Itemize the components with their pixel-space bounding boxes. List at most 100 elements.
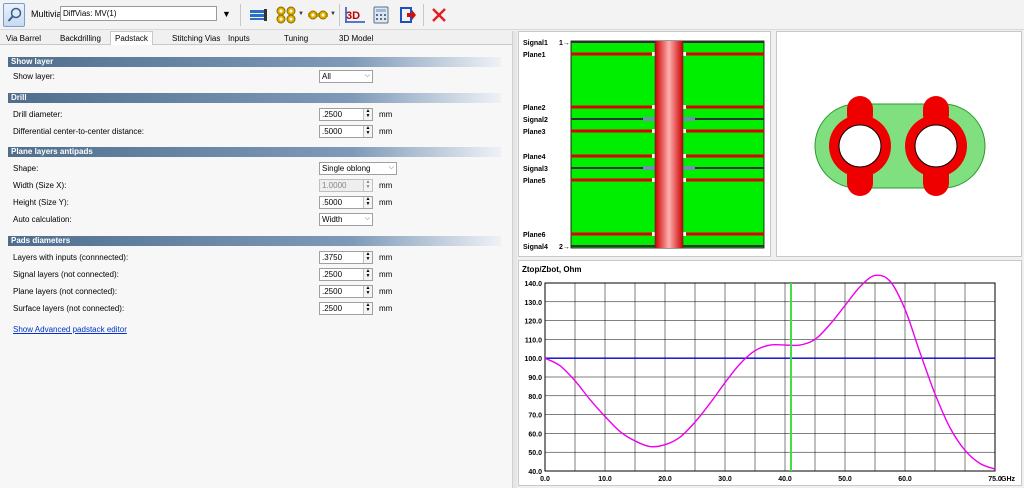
pad-signal-input[interactable]: .2500 ▲ ▼ xyxy=(319,268,373,281)
calculator-icon xyxy=(373,6,389,24)
x-axis-unit: GHz xyxy=(1001,476,1016,483)
spinner-arrows-icon[interactable]: ▲ ▼ xyxy=(363,109,372,120)
drill-diameter-input[interactable]: .2500 ▲ ▼ xyxy=(319,108,373,121)
chart-title: Ztop/Zbot, Ohm xyxy=(522,265,582,274)
panel-splitter[interactable] xyxy=(512,31,517,488)
tab-inputs[interactable]: Inputs xyxy=(224,33,254,45)
signal-pad xyxy=(683,117,695,121)
section-pads: Pads diameters xyxy=(8,236,501,246)
auto-calc-select[interactable]: Width ⌵ xyxy=(319,213,373,226)
advanced-padstack-link[interactable]: Show Advanced padstack editor xyxy=(13,325,127,334)
antipad-gap xyxy=(652,52,655,56)
tab-3d-model[interactable]: 3D Model xyxy=(335,33,377,45)
antipad-gap xyxy=(652,105,655,109)
antipad-gap xyxy=(652,154,655,158)
y-tick-label: 70.0 xyxy=(528,413,542,420)
toolbar-separator xyxy=(339,4,340,26)
padstack-drawing xyxy=(814,96,986,196)
spinner-arrows-icon[interactable]: ▲ ▼ xyxy=(363,269,372,280)
chevron-down-icon: ⌵ xyxy=(388,164,394,171)
shape-label: Shape: xyxy=(13,164,39,173)
export-button[interactable] xyxy=(396,4,420,26)
pad-surface-label: Surface layers (not connected): xyxy=(13,304,125,313)
layer-label: Signal1 xyxy=(523,40,548,47)
unit-label: mm xyxy=(379,253,393,262)
pad-plane-input[interactable]: .2500 ▲ ▼ xyxy=(319,285,373,298)
unit-label: mm xyxy=(379,127,393,136)
pad-inputs-input[interactable]: .3750 ▲ ▼ xyxy=(319,251,373,264)
x-tick-label: 10.0 xyxy=(598,476,612,483)
padstack-top-view xyxy=(776,31,1022,257)
antipad-gap xyxy=(652,178,655,182)
tab-bar: Via Barrel Backdrilling Padstack Stitchi… xyxy=(0,31,512,45)
layer-label: Plane4 xyxy=(523,154,546,161)
tab-padstack[interactable]: Padstack xyxy=(110,31,153,45)
spinner-arrows-icon[interactable]: ▲ ▼ xyxy=(363,303,372,314)
port1-marker: 1→ xyxy=(559,40,570,47)
multivia-select[interactable]: DiffVias: MV(1) xyxy=(60,6,217,21)
layer-stack-button[interactable] xyxy=(246,4,270,26)
chevron-down-icon[interactable]: ▼ xyxy=(330,11,336,17)
3d-view-button[interactable]: 3D xyxy=(343,4,367,26)
chevron-down-icon[interactable]: ▼ xyxy=(222,9,231,19)
antipad-gap xyxy=(652,129,655,133)
width-input[interactable]: 1.0000 ▲ ▼ xyxy=(319,179,373,192)
search-button[interactable] xyxy=(3,3,25,27)
x-tick-label: 60.0 xyxy=(898,476,912,483)
x-tick-label: 30.0 xyxy=(718,476,732,483)
y-tick-label: 140.0 xyxy=(524,281,542,288)
x-tick-label: 50.0 xyxy=(838,476,852,483)
show-layer-select[interactable]: All ⌵ xyxy=(319,70,373,83)
tab-backdrilling[interactable]: Backdrilling xyxy=(56,33,105,45)
calculator-button[interactable] xyxy=(369,4,393,26)
section-drill: Drill xyxy=(8,93,501,103)
antipad-gap xyxy=(652,232,655,236)
app-window: Multivia: DiffVias: MV(1) ▼ ▼ ▼ 3D Via B… xyxy=(0,0,1024,488)
y-tick-label: 100.0 xyxy=(524,356,542,363)
height-input[interactable]: .5000 ▲ ▼ xyxy=(319,196,373,209)
layer-label: Plane3 xyxy=(523,129,546,136)
x-tick-label: 0.0 xyxy=(540,476,550,483)
padstack-settings-panel: Show layer Show layer: All ⌵ Drill Drill … xyxy=(0,45,512,488)
spinner-arrows-icon[interactable]: ▲ ▼ xyxy=(363,126,372,137)
pad-surface-value: .2500 xyxy=(322,304,343,313)
drill-diameter-label: Drill diameter: xyxy=(13,110,63,119)
center-distance-input[interactable]: .5000 ▲ ▼ xyxy=(319,125,373,138)
chevron-down-icon: ⌵ xyxy=(364,72,370,79)
pad-signal-value: .2500 xyxy=(322,270,343,279)
y-tick-label: 120.0 xyxy=(524,319,542,326)
show-layer-value: All xyxy=(322,72,331,81)
shape-select[interactable]: Single oblong ⌵ xyxy=(319,162,397,175)
shape-value: Single oblong xyxy=(322,164,371,173)
chevron-down-icon[interactable]: ▼ xyxy=(298,11,304,17)
tab-via-barrel[interactable]: Via Barrel xyxy=(2,33,45,45)
y-tick-label: 130.0 xyxy=(524,300,542,307)
spinner-arrows-icon[interactable]: ▲ ▼ xyxy=(363,197,372,208)
pad-surface-input[interactable]: .2500 ▲ ▼ xyxy=(319,302,373,315)
auto-calc-value: Width xyxy=(322,215,343,224)
height-label: Height (Size Y): xyxy=(13,198,69,207)
layer-label: Plane6 xyxy=(523,232,546,239)
vias-cluster-button[interactable] xyxy=(274,4,298,26)
show-layer-label: Show layer: xyxy=(13,72,55,81)
layer-label: Plane1 xyxy=(523,52,546,59)
pad-inputs-label: Layers with inputs (connnected): xyxy=(13,253,129,262)
spinner-arrows-icon[interactable]: ▲ ▼ xyxy=(363,180,372,191)
impedance-chart-panel: Ztop/Zbot, Ohm 40.0 50.0 60.0 70.0 80.0 90.0 10… xyxy=(518,260,1022,486)
via-array-button[interactable] xyxy=(306,4,330,26)
spinner-arrows-icon[interactable]: ▲ ▼ xyxy=(363,286,372,297)
auto-calc-label: Auto calculation: xyxy=(13,215,72,224)
antipad-gap xyxy=(683,232,686,236)
width-label: Width (Size X): xyxy=(13,181,67,190)
tab-tuning[interactable]: Tuning xyxy=(280,33,312,45)
x-tick-label: 40.0 xyxy=(778,476,792,483)
layer-label: Signal2 xyxy=(523,117,548,124)
unit-label: mm xyxy=(379,181,393,190)
close-icon xyxy=(432,8,446,22)
tab-stitching-vias[interactable]: Stitching Vias xyxy=(168,33,224,45)
spinner-arrows-icon[interactable]: ▲ ▼ xyxy=(363,252,372,263)
y-tick-label: 60.0 xyxy=(528,431,542,438)
center-distance-value: .5000 xyxy=(322,127,343,136)
close-button[interactable] xyxy=(427,4,451,26)
unit-label: mm xyxy=(379,110,393,119)
